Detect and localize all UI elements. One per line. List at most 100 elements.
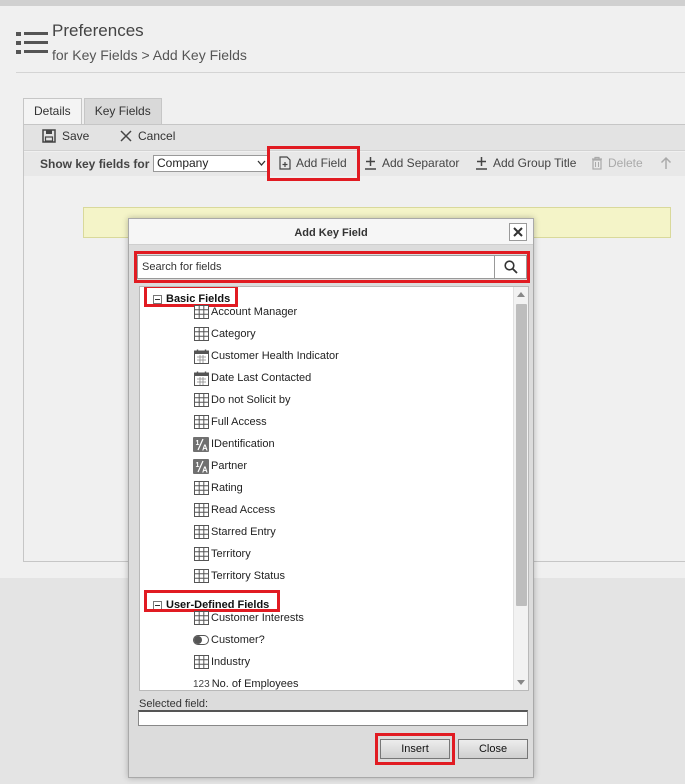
scroll-up-arrow[interactable] xyxy=(517,292,525,297)
delete-label: Delete xyxy=(608,156,643,170)
search-highlight xyxy=(134,251,530,283)
add-group-title-label: Add Group Title xyxy=(493,156,577,170)
save-icon xyxy=(42,129,56,143)
tree-item[interactable]: Customer? xyxy=(193,631,265,649)
svg-text:1: 1 xyxy=(196,440,200,447)
tree-item-label: Category xyxy=(211,328,256,340)
toggle-icon xyxy=(193,632,209,648)
tree-item-label: Customer? xyxy=(211,634,265,646)
tree-item[interactable]: 123 No. of Employees xyxy=(193,675,299,690)
tree-item[interactable]: Read Access xyxy=(193,501,275,519)
delete-button[interactable]: Delete xyxy=(591,156,643,170)
tree-item-label: Starred Entry xyxy=(211,526,276,538)
tree-item[interactable]: Full Access xyxy=(193,413,267,431)
header-divider xyxy=(16,72,685,73)
save-button[interactable]: Save xyxy=(42,129,89,143)
tree-item[interactable]: Rating xyxy=(193,479,243,497)
svg-text:A: A xyxy=(202,465,208,474)
svg-text:A: A xyxy=(202,443,208,452)
key-fields-for-select[interactable]: Company xyxy=(153,155,270,172)
scroll-thumb[interactable] xyxy=(516,304,527,606)
add-separator-icon xyxy=(365,157,376,170)
svg-text:1: 1 xyxy=(196,462,200,469)
tree-item[interactable]: Account Manager xyxy=(193,303,297,321)
tree-item-label: Territory xyxy=(211,548,251,560)
number-icon: 123 xyxy=(193,678,210,690)
tree-item-label: Territory Status xyxy=(211,570,285,582)
save-label: Save xyxy=(62,129,90,143)
tree-item-label: Industry xyxy=(211,656,251,668)
cancel-label: Cancel xyxy=(138,129,176,143)
tree-item-label: No. of Employees xyxy=(211,678,299,690)
tab-details[interactable]: Details xyxy=(23,98,82,124)
field-tree[interactable]: Basic Fields Account Manager Category Cust… xyxy=(139,286,529,691)
tab-bar: Details Key Fields xyxy=(23,98,164,124)
tree-item[interactable]: Date Last Contacted xyxy=(193,369,311,387)
trash-icon xyxy=(592,156,602,170)
add-separator-button[interactable]: Add Separator xyxy=(364,156,459,170)
tree-item[interactable]: Starred Entry xyxy=(193,523,276,541)
tree-item-label: Date Last Contacted xyxy=(211,372,312,384)
tab-key-fields[interactable]: Key Fields xyxy=(83,98,162,124)
tree-item[interactable]: 1 A Partner xyxy=(193,457,247,475)
grid-icon xyxy=(193,480,209,496)
tree-item[interactable]: Territory xyxy=(193,545,251,563)
add-separator-label: Add Separator xyxy=(382,156,460,170)
grid-icon xyxy=(193,414,209,430)
grid-icon xyxy=(193,502,209,518)
close-button[interactable]: Close xyxy=(458,739,528,759)
move-up-button[interactable] xyxy=(660,156,677,170)
text-field-icon: 1A xyxy=(193,458,209,474)
grid-icon xyxy=(193,568,209,584)
calendar-icon xyxy=(193,348,209,364)
dialog-header: Add Key Field xyxy=(129,219,533,245)
tree-item[interactable]: Category xyxy=(193,325,256,343)
selected-field-input[interactable] xyxy=(138,710,528,726)
dialog-title: Add Key Field xyxy=(294,227,368,239)
add-group-title-button[interactable]: Add Group Title xyxy=(475,156,576,170)
tree-item[interactable]: Do not Solicit by xyxy=(193,391,290,409)
tree-item-label: IDentification xyxy=(211,438,275,450)
tree-item-label: Customer Health Indicator xyxy=(211,350,339,362)
tree-item-label: Rating xyxy=(211,482,243,494)
grid-icon xyxy=(193,546,209,562)
page-title: Preferences xyxy=(52,21,144,40)
show-key-fields-label: Show key fields for xyxy=(40,157,150,171)
tree-item[interactable]: Industry xyxy=(193,653,250,671)
add-group-title-icon xyxy=(476,157,487,170)
tree-item-label: Do not Solicit by xyxy=(211,394,291,406)
add-field-highlight xyxy=(267,146,360,181)
selected-field-label: Selected field: xyxy=(139,698,209,710)
close-icon xyxy=(120,130,132,142)
grid-icon xyxy=(193,654,209,670)
scroll-down-arrow[interactable] xyxy=(517,680,525,685)
breadcrumb: for Key Fields > Add Key Fields xyxy=(52,47,247,63)
tree-item[interactable]: 1 A IDentification xyxy=(193,435,275,453)
tree-item[interactable]: Customer Interests xyxy=(193,609,304,627)
tree-item-label: Read Access xyxy=(211,504,276,516)
key-fields-subbar: Show key fields for Company Add Field Ad… xyxy=(24,146,685,181)
tree-item-label: Account Manager xyxy=(211,306,298,318)
grid-icon xyxy=(193,610,209,626)
chevron-down-icon xyxy=(257,160,266,166)
tree-item-label: Partner xyxy=(211,460,248,472)
tree-scrollbar[interactable] xyxy=(513,287,528,690)
insert-highlight xyxy=(375,733,455,765)
text-field-icon: 1A xyxy=(193,436,209,452)
tree-item[interactable]: Customer Health Indicator xyxy=(193,347,339,365)
grid-icon xyxy=(193,326,209,342)
list-menu-icon xyxy=(16,32,48,54)
arrow-up-icon xyxy=(660,156,672,169)
tree-item-label: Customer Interests xyxy=(211,612,304,624)
tree-item-label: Full Access xyxy=(211,416,267,428)
grid-icon xyxy=(193,304,209,320)
select-value: Company xyxy=(157,156,209,170)
calendar-icon xyxy=(193,370,209,386)
grid-icon xyxy=(193,392,209,408)
close-icon xyxy=(513,227,523,237)
dialog-close-button[interactable] xyxy=(509,223,527,241)
add-key-field-dialog: Add Key Field Basic Fields Account Manag… xyxy=(128,218,534,778)
cancel-button[interactable]: Cancel xyxy=(120,129,175,143)
grid-icon xyxy=(193,524,209,540)
tree-item[interactable]: Territory Status xyxy=(193,567,285,585)
